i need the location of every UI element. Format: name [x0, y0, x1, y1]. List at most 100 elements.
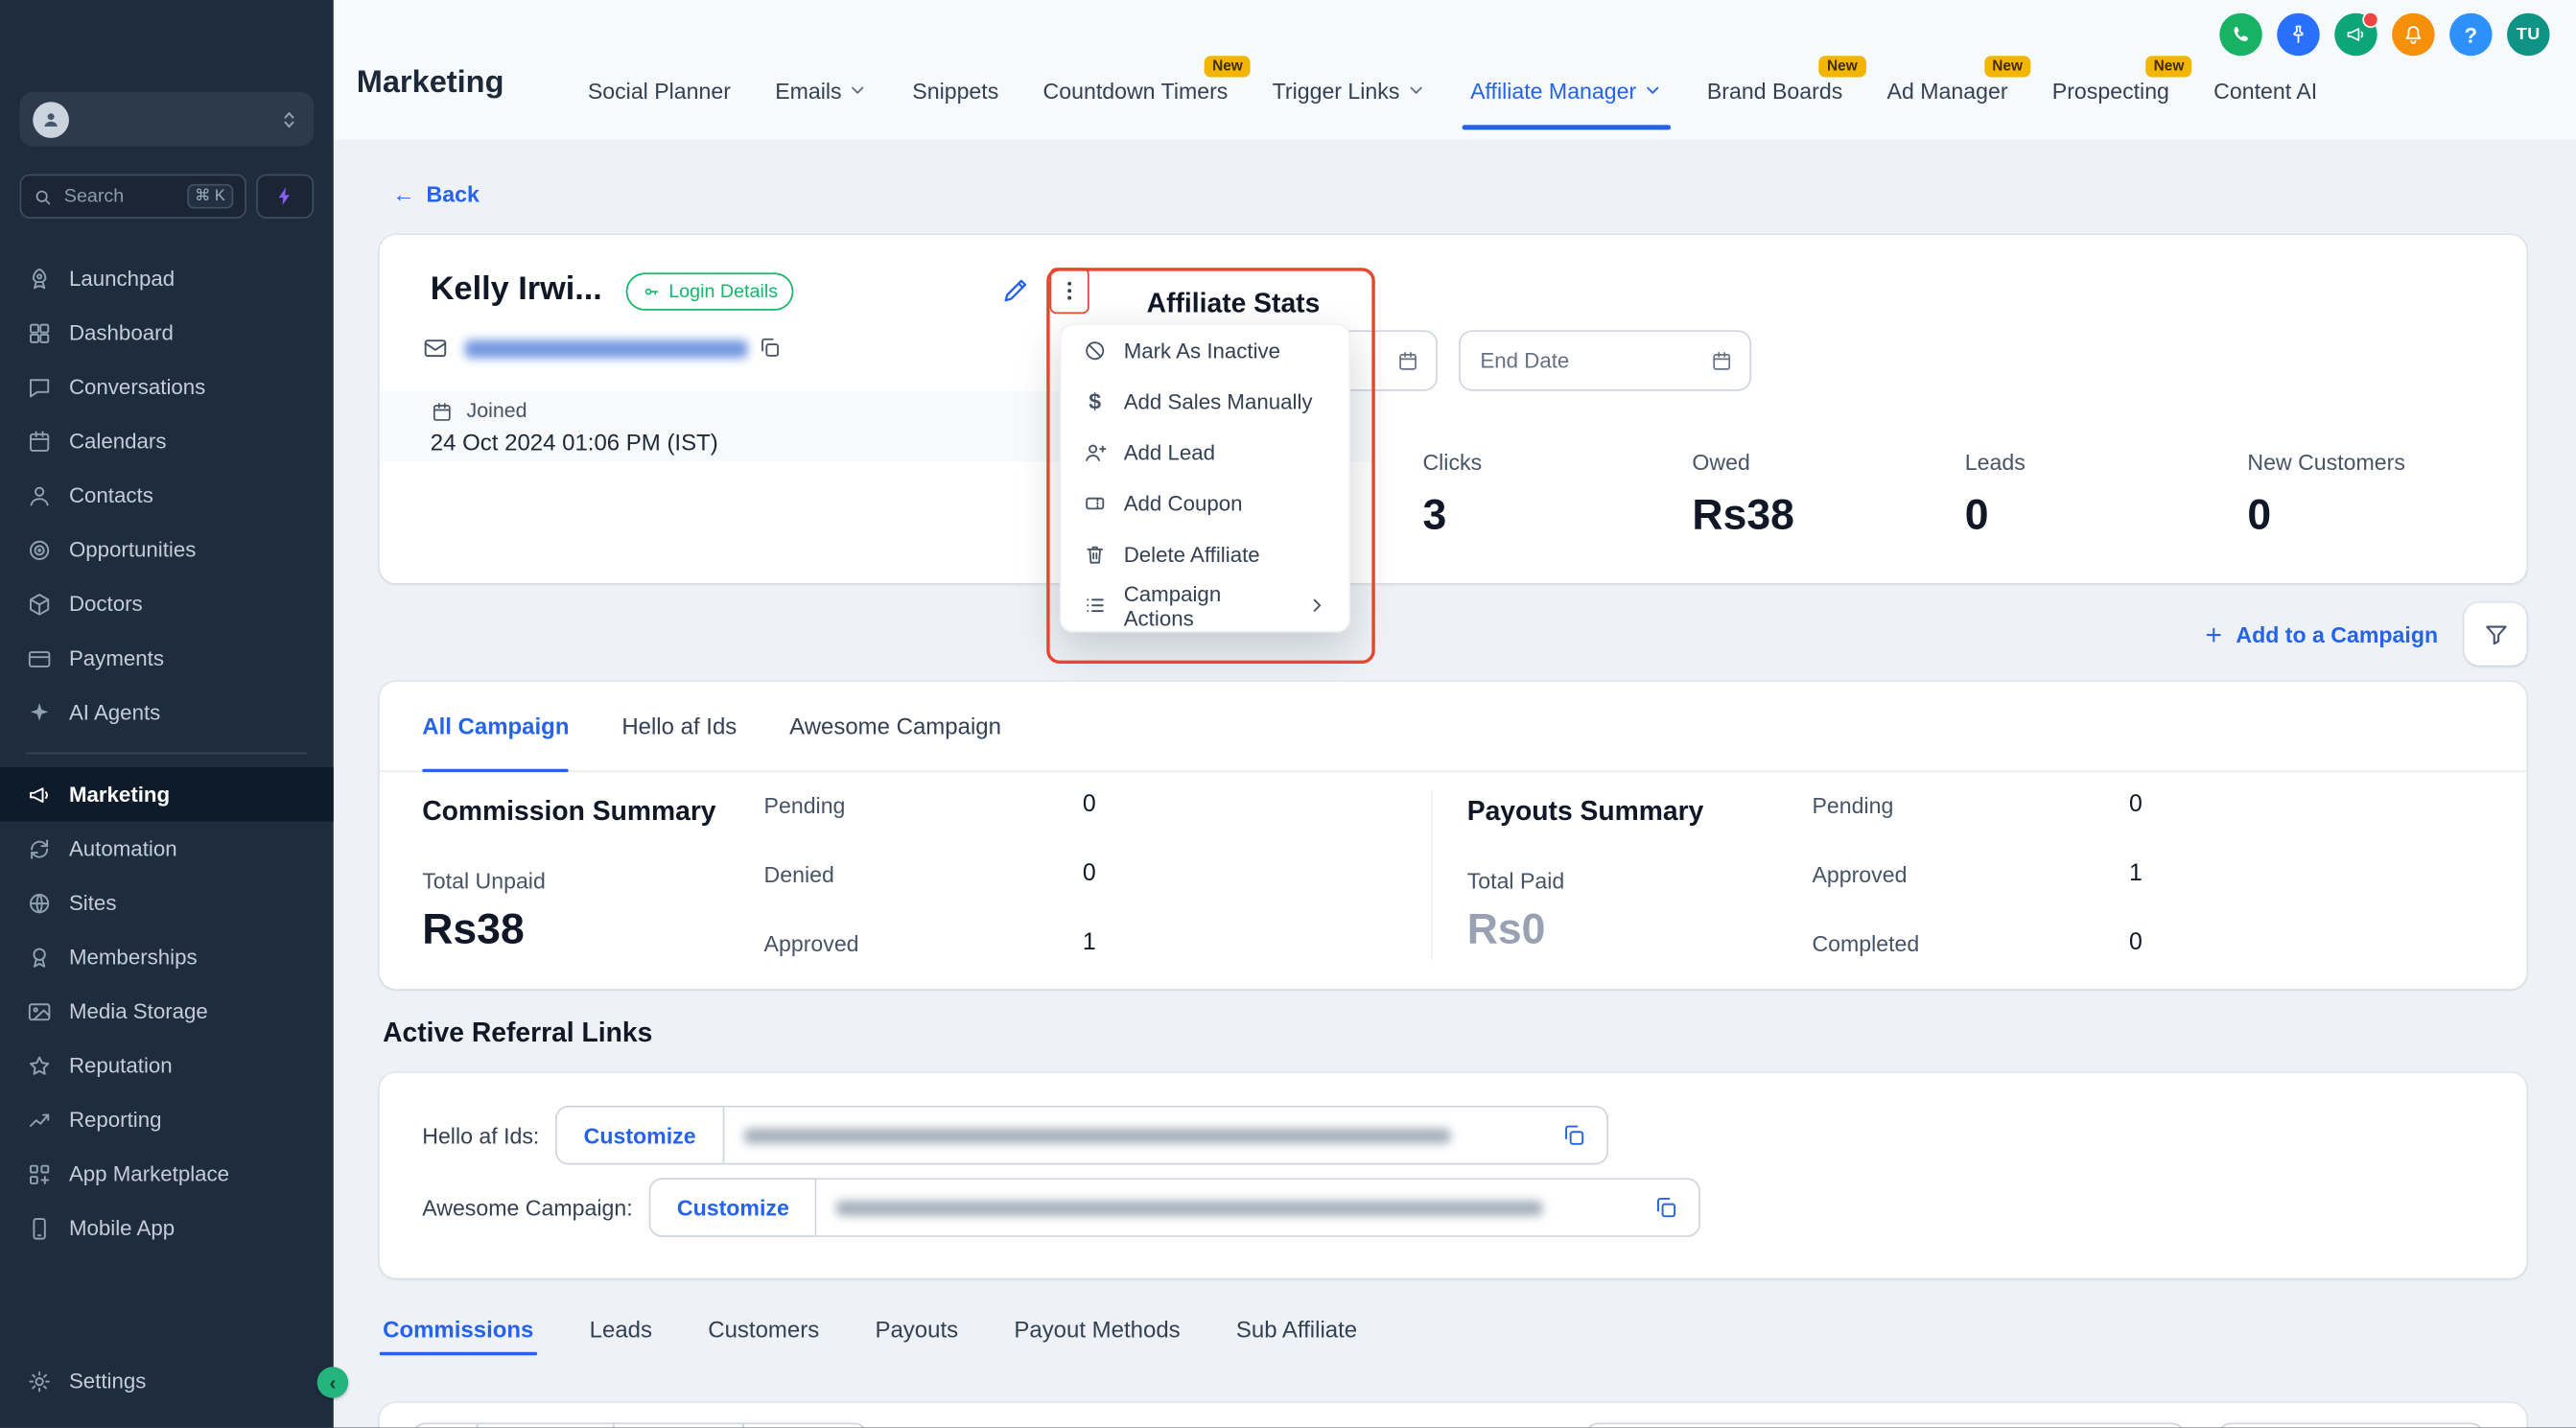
sidebar-item-media-storage[interactable]: Media Storage [0, 984, 334, 1039]
menu-item-add-sales-manually[interactable]: $Add Sales Manually [1062, 376, 1349, 427]
sidebar-item-opportunities[interactable]: Opportunities [0, 523, 334, 577]
refresh-icon [26, 835, 52, 861]
sidebar-item-launchpad[interactable]: Launchpad [0, 251, 334, 306]
sidebar-item-app-marketplace[interactable]: App Marketplace [0, 1147, 334, 1202]
pin-button[interactable] [2277, 13, 2320, 57]
tab-label: Hello af Ids [621, 713, 737, 738]
ai-quick-action-button[interactable] [256, 175, 314, 219]
tab-label: Payout Methods [1014, 1316, 1180, 1342]
segment-button[interactable] [477, 1422, 615, 1427]
sidebar-item-memberships[interactable]: Memberships [0, 930, 334, 985]
cube-icon [26, 591, 52, 617]
customize-label: Customize [677, 1195, 789, 1220]
new-badge: New [1984, 56, 2031, 77]
detail-tabs: Commissions Leads Customers Payouts Payo… [380, 1304, 2527, 1353]
tab-label: Ad Manager [1887, 78, 2008, 103]
tab-hello-af-ids[interactable]: Hello af Ids [621, 682, 737, 771]
tab-label: Payouts [875, 1316, 958, 1342]
tab-prospecting[interactable]: ProspectingNew [2052, 74, 2169, 106]
announcements-button[interactable] [2334, 13, 2377, 57]
filter-button[interactable] [2465, 603, 2527, 666]
copy-link-icon[interactable] [1560, 1122, 1586, 1148]
customize-button[interactable]: Customize [649, 1178, 817, 1237]
tab-customers[interactable]: Customers [708, 1316, 819, 1342]
sidebar-item-marketing[interactable]: Marketing [0, 767, 334, 822]
sidebar-item-settings[interactable]: Settings [0, 1354, 334, 1409]
sidebar-collapse-button[interactable]: ‹ [317, 1367, 349, 1398]
mobile-icon [26, 1215, 52, 1241]
menu-item-label: Campaign Actions [1124, 581, 1290, 630]
tab-payout-methods[interactable]: Payout Methods [1014, 1316, 1180, 1342]
referral-link-input[interactable] [817, 1178, 1701, 1237]
tab-social-planner[interactable]: Social Planner [588, 74, 731, 106]
tab-content-ai[interactable]: Content AI [2213, 74, 2317, 106]
menu-item-mark-as-inactive[interactable]: Mark As Inactive [1062, 325, 1349, 376]
sidebar-item-sites[interactable]: Sites [0, 876, 334, 930]
sidebar-item-reputation[interactable]: Reputation [0, 1039, 334, 1093]
copy-email-icon[interactable] [758, 335, 783, 360]
phone-button[interactable] [2219, 13, 2262, 57]
sidebar-item-conversations[interactable]: Conversations [0, 360, 334, 414]
stat-owed: OwedRs38 [1692, 450, 1793, 540]
search-input-wrap[interactable]: ⌘ K [20, 175, 246, 219]
sidebar-item-automation[interactable]: Automation [0, 822, 334, 877]
tab-awesome-campaign[interactable]: Awesome Campaign [789, 682, 1001, 771]
menu-item-add-coupon[interactable]: Add Coupon [1062, 478, 1349, 528]
referral-link-input[interactable] [724, 1106, 1608, 1165]
menu-item-delete-affiliate[interactable]: Delete Affiliate [1062, 529, 1349, 580]
tab-snippets[interactable]: Snippets [912, 74, 998, 106]
menu-item-campaign-actions[interactable]: Campaign Actions [1062, 580, 1349, 631]
tab-ad-manager[interactable]: Ad ManagerNew [1887, 74, 2008, 106]
tab-sub-affiliate[interactable]: Sub Affiliate [1236, 1316, 1357, 1342]
sidebar-item-mobile-app[interactable]: Mobile App [0, 1201, 334, 1255]
table-search-input[interactable] [1585, 1422, 2185, 1427]
edit-pencil-icon[interactable] [1000, 274, 1032, 306]
account-switcher[interactable] [20, 92, 315, 147]
tab-emails[interactable]: Emails [775, 74, 868, 106]
segment-button[interactable] [613, 1422, 744, 1427]
end-date-input[interactable] [1459, 330, 1751, 390]
copy-link-icon[interactable] [1653, 1194, 1679, 1220]
commission-summary-title: Commission Summary [422, 797, 715, 829]
tab-affiliate-manager[interactable]: Affiliate Manager [1470, 74, 1663, 106]
sidebar-item-ai-agents[interactable]: AI Agents [0, 685, 334, 739]
sidebar-item-reporting[interactable]: Reporting [0, 1092, 334, 1147]
tab-trigger-links[interactable]: Trigger Links [1273, 74, 1426, 106]
sidebar-item-payments[interactable]: Payments [0, 631, 334, 686]
tab-leads[interactable]: Leads [590, 1316, 652, 1342]
sidebar-item-calendars[interactable]: Calendars [0, 414, 334, 469]
grid-icon [26, 319, 52, 345]
sidebar-item-dashboard[interactable]: Dashboard [0, 306, 334, 361]
referral-label: Awesome Campaign: [422, 1195, 632, 1220]
stat-new-customers: New Customers0 [2247, 450, 2405, 540]
segment-button[interactable] [742, 1422, 867, 1427]
back-link[interactable]: ← Back [392, 176, 479, 212]
tab-all-campaign[interactable]: All Campaign [422, 682, 569, 771]
help-button[interactable]: ? [2449, 13, 2493, 57]
sidebar-item-contacts[interactable]: Contacts [0, 468, 334, 523]
table-filter-control[interactable] [2218, 1422, 2485, 1427]
affiliate-actions-menu-button[interactable] [1050, 268, 1089, 314]
new-badge: New [2145, 56, 2192, 77]
customize-button[interactable]: Customize [556, 1106, 724, 1165]
tab-label: Customers [708, 1316, 819, 1342]
commission-approved-label: Approved [764, 931, 859, 956]
tab-label: Prospecting [2052, 78, 2169, 103]
login-details-badge[interactable]: Login Details [626, 272, 795, 310]
tab-brand-boards[interactable]: Brand BoardsNew [1707, 74, 1842, 106]
tab-countdown-timers[interactable]: Countdown TimersNew [1043, 74, 1229, 106]
menu-item-add-lead[interactable]: Add Lead [1062, 427, 1349, 478]
user-avatar[interactable]: TU [2507, 13, 2550, 57]
search-input[interactable] [60, 185, 159, 208]
tab-commissions[interactable]: Commissions [383, 1316, 533, 1342]
key-icon [643, 283, 661, 301]
sidebar-item-doctors[interactable]: Doctors [0, 576, 334, 631]
add-to-campaign-button[interactable]: Add to a Campaign [2203, 621, 2438, 646]
end-date-field[interactable] [1477, 346, 1710, 374]
tab-payouts[interactable]: Payouts [875, 1316, 958, 1342]
segment-button[interactable] [412, 1422, 479, 1427]
campaign-action-row: Add to a Campaign [380, 603, 2527, 666]
notifications-button[interactable] [2392, 13, 2435, 57]
campaign-summary-card: All Campaign Hello af Ids Awesome Campai… [380, 682, 2527, 989]
sidebar-item-label: Marketing [69, 782, 170, 807]
